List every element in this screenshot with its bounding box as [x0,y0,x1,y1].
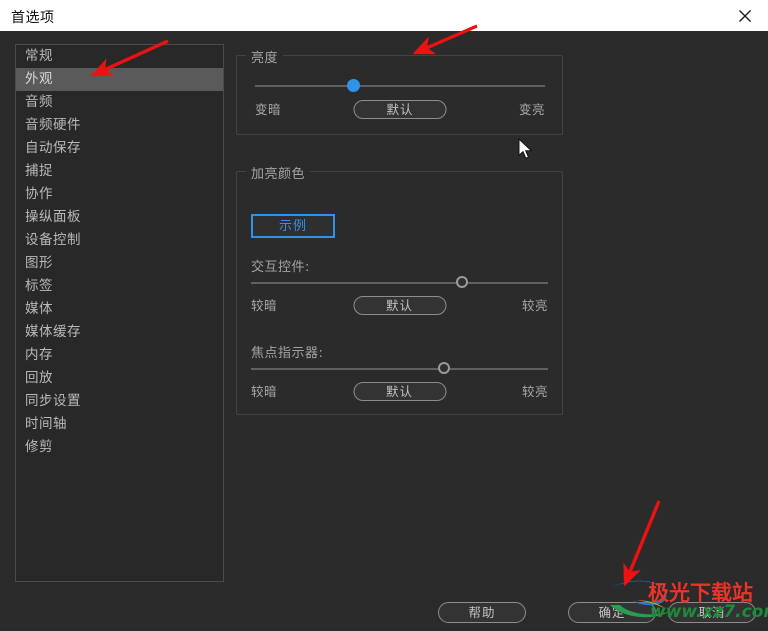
brightness-group: 亮度 变暗 默认 变亮 [236,47,563,135]
focus-darker-label: 较暗 [251,384,278,399]
focus-indicator-slider[interactable] [251,362,548,376]
sidebar-item-control-surface[interactable]: 操纵面板 [16,206,223,229]
sidebar-item-capture[interactable]: 捕捉 [16,160,223,183]
focus-brighter-label: 较亮 [521,384,548,399]
sidebar-item-sync-settings[interactable]: 同步设置 [16,390,223,413]
cancel-button[interactable]: 取消 [668,602,756,623]
focus-default-button[interactable]: 默认 [353,382,446,401]
sidebar-item-audio[interactable]: 音频 [16,91,223,114]
sample-swatch-button[interactable]: 示例 [251,214,335,238]
help-button[interactable]: 帮助 [438,602,526,623]
sidebar-item-memory[interactable]: 内存 [16,344,223,367]
focus-labels-row: 较暗 默认 较亮 [251,382,548,401]
brightness-slider-knob[interactable] [347,79,361,92]
sidebar-item-playback[interactable]: 回放 [16,367,223,390]
interactive-darker-label: 较暗 [251,298,278,313]
sidebar-item-timeline[interactable]: 时间轴 [16,413,223,436]
sidebar-item-collaboration[interactable]: 协作 [16,183,223,206]
brightness-default-button[interactable]: 默认 [353,100,447,119]
sidebar-item-general[interactable]: 常规 [16,45,223,68]
interactive-controls-label: 交互控件: [251,260,310,275]
sidebar-item-media[interactable]: 媒体 [16,298,223,321]
sidebar-item-trim[interactable]: 修剪 [16,436,223,459]
highlight-color-legend: 加亮颜色 [246,163,311,182]
brightness-slider[interactable] [255,79,545,93]
interactive-labels-row: 较暗 默认 较亮 [251,296,548,315]
focus-slider-track [251,368,548,370]
sidebar-item-media-cache[interactable]: 媒体缓存 [16,321,223,344]
ok-button[interactable]: 确定 [568,602,656,623]
focus-indicator-label: 焦点指示器: [251,346,324,361]
focus-slider-knob[interactable] [438,362,451,374]
brightness-brighter-label: 变亮 [518,102,545,117]
brightness-labels-row: 变暗 默认 变亮 [255,100,545,119]
brightness-darker-label: 变暗 [255,102,282,117]
interactive-slider-knob[interactable] [455,276,468,288]
category-list[interactable]: 常规 外观 音频 音频硬件 自动保存 捕捉 协作 操纵面板 设备控制 图形 标签… [15,44,224,582]
interactive-controls-slider[interactable] [251,276,548,290]
sidebar-item-graphics[interactable]: 图形 [16,252,223,275]
interactive-default-button[interactable]: 默认 [353,296,446,315]
window-title: 首选项 [11,10,55,26]
sidebar-item-labels[interactable]: 标签 [16,275,223,298]
brightness-slider-track [255,85,545,87]
sidebar-item-auto-save[interactable]: 自动保存 [16,137,223,160]
interactive-brighter-label: 较亮 [521,298,548,313]
sidebar-item-device-control[interactable]: 设备控制 [16,229,223,252]
brightness-legend: 亮度 [246,47,284,66]
close-button[interactable] [722,0,768,31]
title-bar: 首选项 [0,0,768,32]
sidebar-item-audio-hardware[interactable]: 音频硬件 [16,114,223,137]
highlight-color-group: 加亮颜色 示例 交互控件: 较暗 默认 较亮 焦点指示器: 较暗 默认 较亮 [236,163,563,415]
close-icon [739,9,751,22]
interactive-slider-track [251,282,548,284]
preferences-dialog-body: 常规 外观 音频 音频硬件 自动保存 捕捉 协作 操纵面板 设备控制 图形 标签… [0,31,768,631]
sidebar-item-appearance[interactable]: 外观 [16,68,223,91]
